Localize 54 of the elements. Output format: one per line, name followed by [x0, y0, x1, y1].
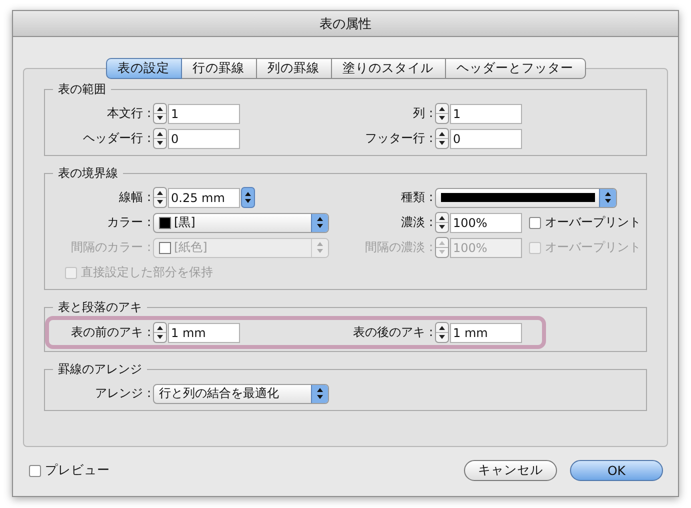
stepper-button[interactable] — [153, 103, 167, 124]
number-field[interactable]: 1 — [168, 104, 240, 124]
tab[interactable]: 表の設定 — [106, 58, 182, 79]
number-field[interactable]: 0 — [450, 128, 522, 148]
number-field[interactable]: 0 — [168, 128, 240, 148]
checkbox-label[interactable]: プレビュー — [45, 462, 110, 479]
number-field[interactable]: 1 mm — [450, 322, 522, 342]
stepper-button[interactable] — [153, 187, 167, 208]
dropdown[interactable]: [黒] — [153, 212, 329, 232]
checkbox[interactable] — [529, 216, 541, 228]
window-title: 表の属性 — [320, 16, 372, 32]
field-label: カラー : — [106, 214, 152, 231]
field-label: 間隔のカラー : — [70, 239, 152, 256]
field-label: 間隔の濃淡 : — [364, 239, 434, 256]
group-title: 表の境界線 — [53, 166, 123, 181]
cancel-button[interactable]: キャンセル — [464, 460, 557, 481]
tab[interactable]: 塗りのスタイル — [332, 58, 446, 79]
number-field[interactable]: 0.25 mm — [168, 188, 240, 208]
stepper-button[interactable] — [435, 212, 449, 233]
checkbox[interactable] — [29, 464, 41, 476]
number-field[interactable]: 1 — [450, 104, 522, 124]
unit-dropdown-button[interactable] — [241, 187, 255, 208]
field-label: 濃淡 : — [400, 214, 434, 231]
tab[interactable]: 列の罫線 — [256, 58, 332, 79]
field-label: フッター行 : — [364, 130, 434, 147]
dropdown-arrows-icon — [311, 384, 328, 402]
group-title: 罫線のアレンジ — [53, 362, 147, 377]
dropdown-arrows-icon — [599, 188, 616, 206]
number-field[interactable]: 1 mm — [168, 322, 240, 342]
field-label: 本文行 : — [106, 105, 152, 122]
stepper-button[interactable] — [153, 128, 167, 149]
line-sample-icon — [441, 193, 595, 202]
tab[interactable]: ヘッダーとフッター — [446, 58, 586, 79]
group-title: 表の範囲 — [53, 82, 111, 97]
dropdown-arrows-icon — [311, 238, 328, 256]
number-field[interactable]: 100% — [450, 212, 522, 232]
dropdown[interactable]: 行と列の結合を最適化 — [153, 384, 329, 404]
field-label: 表の後のアキ : — [352, 324, 434, 341]
ok-button[interactable]: OK — [570, 460, 663, 481]
stepper-button[interactable] — [435, 128, 449, 149]
field-label: 線幅 : — [118, 189, 152, 206]
stepper-button[interactable] — [153, 322, 167, 343]
field-label: アレンジ : — [94, 385, 152, 402]
dropdown-arrows-icon — [311, 214, 328, 232]
group-title: 表と段落のアキ — [53, 300, 147, 315]
stepper-button[interactable] — [435, 103, 449, 124]
field-label: ヘッダー行 : — [82, 130, 152, 147]
stroke-type-dropdown[interactable] — [435, 188, 617, 208]
stepper-button[interactable] — [435, 322, 449, 343]
field-label: 列 : — [412, 105, 434, 122]
field-label: 表の前のアキ : — [70, 324, 152, 341]
checkbox-label[interactable]: オーバープリント — [545, 214, 641, 231]
tab[interactable]: 行の罫線 — [182, 58, 256, 79]
field-label: 種類 : — [400, 189, 434, 206]
